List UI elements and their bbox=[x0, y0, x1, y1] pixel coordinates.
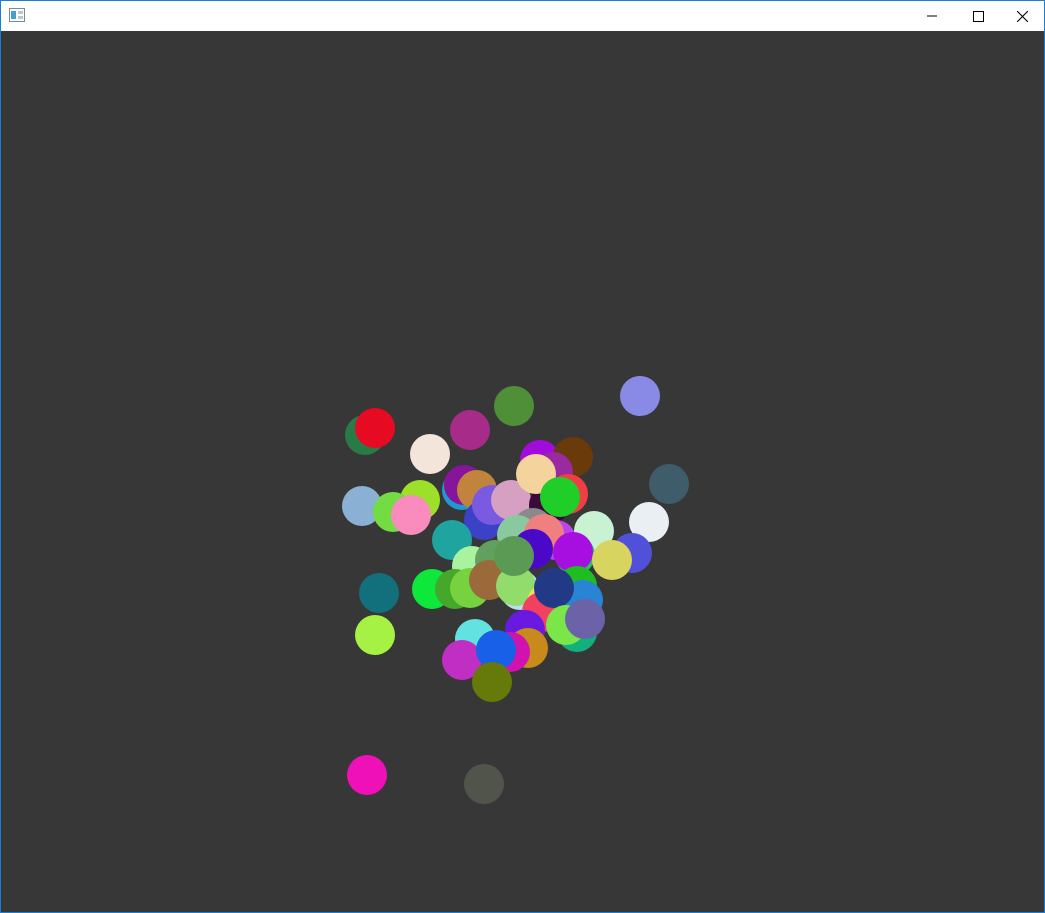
ball bbox=[410, 434, 450, 474]
ball bbox=[464, 764, 504, 804]
ball bbox=[347, 755, 387, 795]
ball bbox=[355, 408, 395, 448]
ball bbox=[391, 495, 431, 535]
ball bbox=[540, 477, 580, 517]
ball bbox=[494, 386, 534, 426]
ball bbox=[359, 573, 399, 613]
ball bbox=[355, 615, 395, 655]
app-window bbox=[0, 0, 1045, 913]
maximize-icon bbox=[972, 10, 984, 22]
ball bbox=[565, 599, 605, 639]
ball bbox=[620, 376, 660, 416]
ball bbox=[450, 410, 490, 450]
close-button[interactable] bbox=[999, 1, 1045, 31]
maximize-button[interactable] bbox=[955, 1, 1001, 31]
title-bar[interactable] bbox=[1, 1, 1044, 31]
close-icon bbox=[1016, 10, 1028, 22]
ball bbox=[534, 568, 574, 608]
ball bbox=[649, 464, 689, 504]
minimize-icon bbox=[927, 15, 937, 17]
minimize-button[interactable] bbox=[909, 1, 955, 31]
ball bbox=[472, 662, 512, 702]
ball bbox=[494, 536, 534, 576]
ball bbox=[592, 540, 632, 580]
window-app-icon bbox=[9, 8, 25, 22]
render-canvas[interactable] bbox=[1, 31, 1044, 912]
